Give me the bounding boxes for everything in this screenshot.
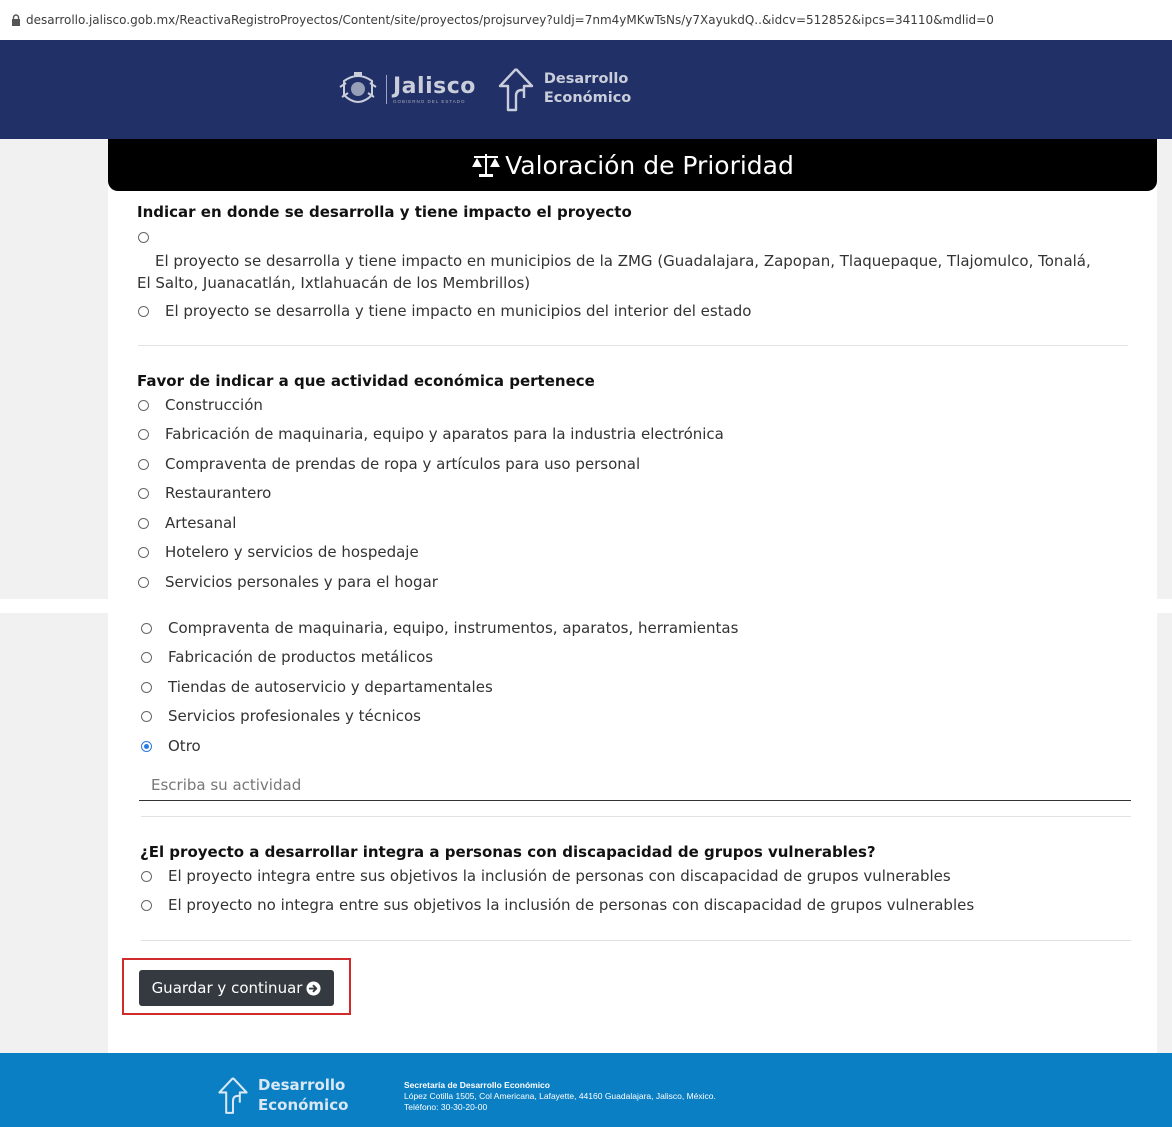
q1-label: Indicar en donde se desarrolla y tiene i… [137,203,632,221]
desarrollo-arrow-icon [218,1077,248,1114]
q2-option-label: Construcción [165,396,263,414]
q2-option[interactable]: Tiendas de autoservicio y departamentale… [141,678,493,696]
footer-logo: Desarrollo Económico [216,1073,348,1117]
footer-address: Secretaría de Desarrollo Económico López… [404,1080,716,1113]
q2-option[interactable]: Servicios profesionales y técnicos [141,707,421,725]
q3-label: ¿El proyecto a desarrollar integra a per… [140,843,876,861]
q2-option-label: Fabricación de productos metálicos [168,648,434,666]
q2-option[interactable]: Compraventa de prendas de ropa y artícul… [138,455,640,473]
divider [141,816,1131,817]
footer-org: Secretaría de Desarrollo Económico [404,1080,550,1090]
q2-option-label: Fabricación de maquinaria, equipo y apar… [165,425,724,443]
footer-de-line2: Económico [258,1096,349,1114]
screenshot-separator [0,599,1172,613]
jalisco-sub: GOBIERNO DEL ESTADO [393,98,466,104]
q2-radio[interactable] [141,622,152,634]
q3-option-label: El proyecto integra entre sus objetivos … [168,867,951,885]
q2-option-label: Compraventa de prendas de ropa y artícul… [165,455,641,473]
q2-radio[interactable] [138,576,149,588]
section-title-bar: Valoración de Prioridad [108,139,1157,191]
q2-radio-otro-selected[interactable] [141,740,152,752]
q2-radio[interactable] [141,651,152,663]
q1-option-zmg[interactable]: El proyecto se desarrolla y tiene impact… [137,250,1107,294]
q2-option[interactable]: Construcción [138,396,263,414]
other-activity-input[interactable] [139,769,1131,801]
save-continue-label: Guardar y continuar [151,979,303,997]
q2-option[interactable]: Artesanal [138,514,236,532]
q2-option-label: Hotelero y servicios de hospedaje [165,543,419,561]
q2-radio[interactable] [138,487,149,499]
de-line1: Desarrollo [543,71,629,87]
q1-radio-interior[interactable] [138,305,149,317]
q3-radio[interactable] [141,870,152,882]
q1-radio-zmg[interactable] [138,232,149,243]
footer-street: López Cotilla 1505, Col Americana, Lafay… [404,1091,716,1101]
browser-address-bar[interactable]: desarrollo.jalisco.gob.mx/ReactivaRegist… [0,0,1172,40]
jalisco-word: Jalisco [393,73,476,99]
desarrollo-wordmark: Desarrollo Económico [544,70,631,108]
q2-option-label: Servicios profesionales y técnicos [168,707,421,725]
q2-option-label: Restaurantero [165,484,272,502]
q2-option[interactable]: Restaurantero [138,484,271,502]
desarrollo-arrow-icon [498,68,534,112]
divider [141,940,1131,941]
q1-option-interior-label: El proyecto se desarrolla y tiene impact… [165,302,752,320]
jalisco-wordmark: Jalisco GOBIERNO DEL ESTADO [386,73,476,104]
q2-option[interactable]: Servicios personales y para el hogar [138,573,438,591]
q2-radio[interactable] [138,399,149,411]
jalisco-shield-icon [339,72,377,103]
header-logos: Jalisco GOBIERNO DEL ESTADO Desarrollo E… [336,66,631,112]
q2-option[interactable]: Compraventa de maquinaria, equipo, instr… [141,619,738,637]
q2-label: Favor de indicar a que actividad económi… [137,372,595,390]
site-footer: Desarrollo Económico Secretaría de Desar… [0,1053,1172,1127]
balance-scale-icon [472,154,501,177]
q2-option-label: Otro [168,737,201,755]
q2-radio[interactable] [141,710,152,722]
q2-radio[interactable] [138,458,149,470]
q2-option[interactable]: Fabricación de productos metálicos [141,648,433,666]
q3-option-no-integra[interactable]: El proyecto no integra entre sus objetiv… [141,896,974,914]
q3-option-integra[interactable]: El proyecto integra entre sus objetivos … [141,867,951,885]
q3-option-label: El proyecto no integra entre sus objetiv… [168,896,975,914]
q2-option-label: Compraventa de maquinaria, equipo, instr… [168,619,739,637]
q2-option-otro[interactable]: Otro [141,737,201,755]
footer-wordmark: Desarrollo Económico [258,1075,348,1115]
footer-phone: Teléfono: 30-30-20-00 [404,1102,488,1112]
site-header: Jalisco GOBIERNO DEL ESTADO Desarrollo E… [0,40,1172,139]
divider [138,345,1128,346]
q2-radio[interactable] [141,681,152,693]
url-text[interactable]: desarrollo.jalisco.gob.mx/ReactivaRegist… [26,13,994,27]
footer-de-line1: Desarrollo [258,1076,346,1094]
q1-option-zmg-label: El proyecto se desarrolla y tiene impact… [137,252,1091,292]
q2-radio[interactable] [138,517,149,529]
q3-radio[interactable] [141,899,152,911]
arrow-circle-right-icon [306,980,321,996]
save-continue-button[interactable]: Guardar y continuar [139,970,334,1006]
page-title: Valoración de Prioridad [505,150,794,180]
lock-icon [6,10,26,30]
q2-option[interactable]: Hotelero y servicios de hospedaje [138,543,419,561]
q2-radio[interactable] [138,546,149,558]
q2-option-label: Tiendas de autoservicio y departamentale… [168,678,493,696]
q2-option-label: Artesanal [165,514,237,532]
q2-option[interactable]: Fabricación de maquinaria, equipo y apar… [138,425,724,443]
de-line2: Económico [543,90,632,106]
q2-option-label: Servicios personales y para el hogar [165,573,438,591]
q1-option-interior[interactable]: El proyecto se desarrolla y tiene impact… [138,302,751,320]
q2-radio[interactable] [138,428,149,440]
